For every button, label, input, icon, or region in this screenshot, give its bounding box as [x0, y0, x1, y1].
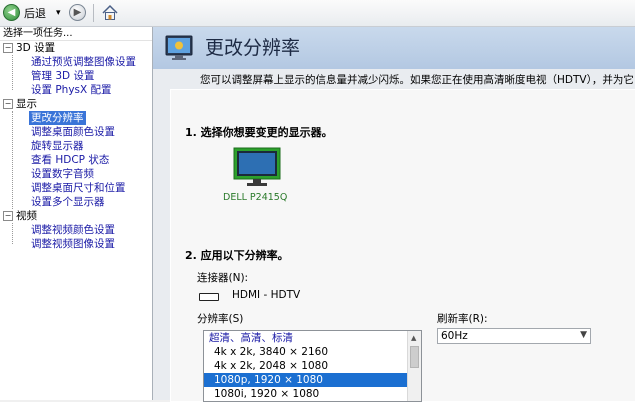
step2-heading: 2. 应用以下分辨率。 [185, 249, 289, 262]
monitor-name[interactable]: DELL P2415Q [223, 192, 287, 203]
connector-value: HDMI - HDTV [232, 289, 301, 301]
back-history-dropdown[interactable]: ▾ [56, 3, 61, 22]
step1-heading: 1. 选择你想要变更的显示器。 [185, 126, 333, 139]
page-description: 您可以调整屏幕上显示的信息量并减少闪烁。如果您正在使用高清晰度电视（HDTV），… [200, 74, 634, 86]
home-icon [102, 4, 118, 20]
resolution-option[interactable]: 4k x 2k, 2048 × 1080 [204, 359, 421, 373]
chevron-down-icon: ▼ [580, 330, 587, 340]
back-label: 后退 [24, 6, 46, 20]
collapse-icon[interactable]: − [3, 43, 13, 53]
toolbar-separator [93, 4, 94, 22]
resolution-listbox[interactable]: 超清、高清、标清 4k x 2k, 3840 × 2160 4k x 2k, 2… [203, 330, 422, 402]
refresh-rate-select[interactable]: 60Hz ▼ [437, 328, 591, 344]
tree-item-video-color[interactable]: 调整视频颜色设置 [31, 223, 115, 237]
tree-group-label: 显示 [16, 98, 37, 110]
tree-group-3d-settings[interactable]: −3D 设置 [0, 41, 55, 55]
resolution-option-selected[interactable]: 1080p, 1920 × 1080 [204, 373, 407, 387]
hdmi-icon [199, 293, 219, 301]
collapse-icon[interactable]: − [3, 99, 13, 109]
page-banner: 更改分辨率 [153, 27, 635, 69]
tree-title: 选择一项任务... [0, 27, 152, 41]
monitor-icon[interactable] [233, 147, 281, 187]
scroll-thumb[interactable] [410, 346, 419, 368]
forward-button[interactable]: ▶ [69, 3, 86, 22]
resolution-label: 分辨率(S) [197, 313, 244, 325]
refresh-rate-value: 60Hz [441, 330, 468, 342]
tree-item-video-image[interactable]: 调整视频图像设置 [31, 237, 115, 251]
display-settings-icon [165, 35, 193, 60]
chevron-down-icon: ▾ [56, 7, 61, 18]
tree-item-change-resolution[interactable]: 更改分辨率 [29, 111, 86, 125]
connector-label: 连接器(N): [197, 272, 249, 284]
resolution-group-header: 超清、高清、标清 [209, 332, 293, 344]
tree-item-manage-3d-settings[interactable]: 管理 3D 设置 [31, 69, 94, 83]
tree-connector [12, 111, 13, 209]
tree-item-digital-audio[interactable]: 设置数字音频 [31, 167, 94, 181]
resolution-option[interactable]: 1080i, 1920 × 1080 [204, 387, 421, 401]
tree-connector [12, 223, 13, 244]
tree-item-hdcp-status[interactable]: 查看 HDCP 状态 [31, 153, 109, 167]
page-title: 更改分辨率 [205, 37, 301, 59]
content-area: 更改分辨率 您可以调整屏幕上显示的信息量并减少闪烁。如果您正在使用高清晰度电视（… [153, 27, 635, 402]
refresh-rate-label: 刷新率(R): [437, 313, 488, 325]
tree-group-label: 3D 设置 [16, 42, 56, 54]
resolution-option[interactable]: 4k x 2k, 3840 × 2160 [204, 345, 421, 359]
tree-item-desktop-color[interactable]: 调整桌面颜色设置 [31, 125, 115, 139]
tree-item-desktop-size-position[interactable]: 调整桌面尺寸和位置 [31, 181, 126, 195]
tree-group-video[interactable]: − 视频 [0, 209, 37, 223]
tree-item-preview-image-settings[interactable]: 通过预览调整图像设置 [31, 55, 136, 69]
home-button[interactable] [101, 3, 119, 22]
back-arrow-icon: ◀ [3, 4, 20, 21]
collapse-icon[interactable]: − [3, 211, 13, 221]
back-button[interactable]: ◀ 后退 [3, 3, 46, 22]
task-tree-panel: 选择一项任务... −3D 设置 通过预览调整图像设置 管理 3D 设置 设置 … [0, 27, 153, 400]
tree-group-display[interactable]: − 显示 [0, 97, 37, 111]
tree-group-label: 视频 [16, 210, 37, 222]
tree-item-multiple-displays[interactable]: 设置多个显示器 [31, 195, 105, 209]
listbox-scrollbar[interactable]: ▲ [407, 331, 421, 401]
tree-item-rotate-display[interactable]: 旋转显示器 [31, 139, 84, 153]
tree-item-physx-config[interactable]: 设置 PhysX 配置 [31, 83, 112, 97]
scroll-up-icon[interactable]: ▲ [411, 334, 416, 342]
toolbar: ◀ 后退 ▾ ▶ [0, 0, 635, 27]
tree-connector [12, 55, 13, 90]
forward-arrow-icon: ▶ [69, 4, 86, 21]
